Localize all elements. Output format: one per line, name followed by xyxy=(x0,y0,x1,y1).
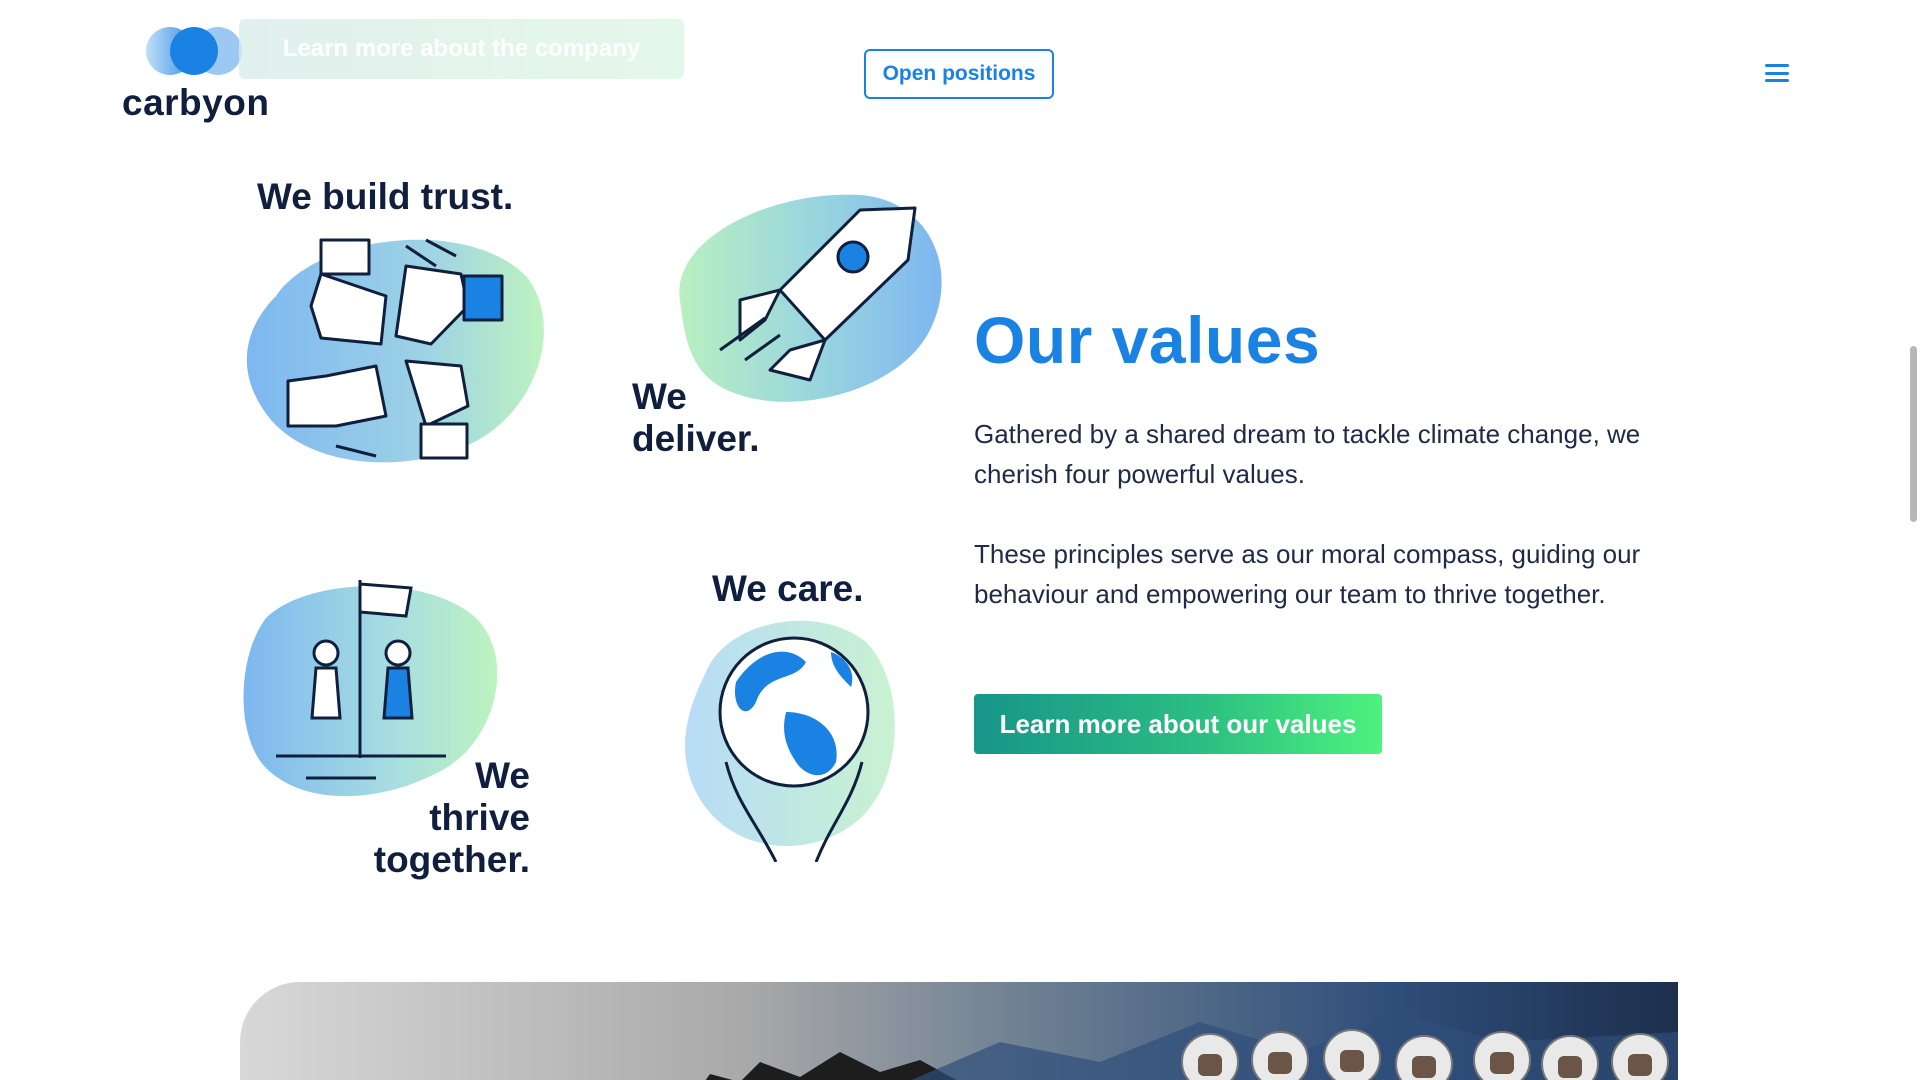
value-trust-label: We build trust. xyxy=(257,176,514,217)
section-title: Our values xyxy=(974,303,1321,377)
hamburger-icon-bar xyxy=(1765,79,1789,82)
open-positions-button[interactable]: Open positions xyxy=(864,49,1054,99)
company-banner-button[interactable]: Learn more about the company xyxy=(239,19,684,79)
value-deliver-line: deliver. xyxy=(632,418,760,459)
value-care-label: We care. xyxy=(712,568,864,609)
value-thrive-line: We xyxy=(475,755,530,796)
values-intro-paragraph: Gathered by a shared dream to tackle cli… xyxy=(974,419,1641,489)
learn-more-values-button[interactable]: Learn more about our values xyxy=(974,694,1382,754)
value-thrive-label: We thrive together. xyxy=(360,755,530,881)
scrollbar-thumb[interactable] xyxy=(1910,346,1917,522)
hamburger-icon xyxy=(1765,64,1789,67)
values-principles-paragraph: These principles serve as our moral comp… xyxy=(974,539,1641,609)
value-deliver-label: We deliver. xyxy=(632,376,760,460)
scrollbar-track[interactable] xyxy=(1906,0,1920,1080)
value-deliver-line: We xyxy=(632,376,687,417)
page: carbyon Learn more about the company Ope… xyxy=(0,0,1920,1080)
team-astronauts-photo xyxy=(240,982,1678,1080)
logo-circles-icon xyxy=(146,27,242,75)
photo-scene xyxy=(705,1012,1678,1080)
value-thrive-line: thrive xyxy=(429,797,530,838)
hands-circle-icon xyxy=(246,238,544,463)
value-thrive-line: together. xyxy=(373,839,530,880)
hamburger-menu-button[interactable] xyxy=(1762,60,1792,86)
brand-name: carbyon xyxy=(122,82,270,123)
globe-hands-icon xyxy=(685,620,895,862)
hamburger-icon-bar xyxy=(1765,71,1789,75)
